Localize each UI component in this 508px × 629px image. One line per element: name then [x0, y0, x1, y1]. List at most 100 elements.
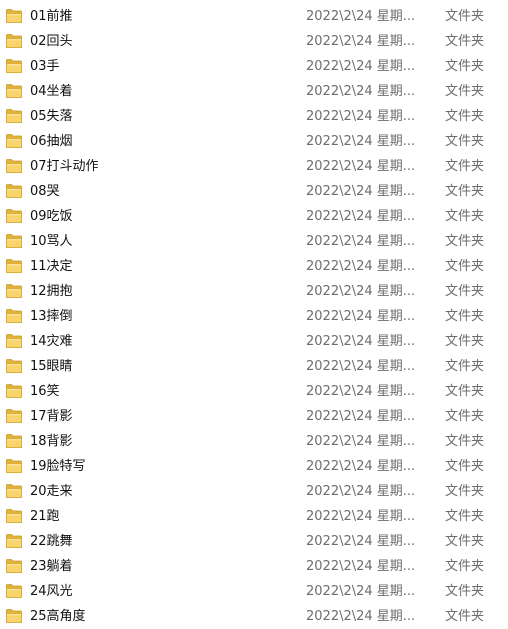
folder-type: 文件夹: [445, 134, 485, 149]
folder-name: 21跑: [30, 509, 60, 524]
folder-name: 12拥抱: [30, 284, 73, 299]
folder-type: 文件夹: [445, 459, 485, 474]
folder-date-modified: 2022\2\24 星期...: [306, 84, 416, 99]
folder-name: 01前推: [30, 9, 73, 24]
folder-name: 11决定: [30, 259, 73, 274]
folder-date-modified: 2022\2\24 星期...: [306, 359, 416, 374]
folder-row[interactable]: 07打斗动作 2022\2\24 星期... 文件夹: [0, 154, 508, 179]
folder-date-modified: 2022\2\24 星期...: [306, 334, 416, 349]
folder-date-modified: 2022\2\24 星期...: [306, 584, 416, 599]
folder-type: 文件夹: [445, 484, 485, 499]
folder-type: 文件夹: [445, 9, 485, 24]
folder-type: 文件夹: [445, 59, 485, 74]
folder-date-modified: 2022\2\24 星期...: [306, 509, 416, 524]
folder-date-modified: 2022\2\24 星期...: [306, 559, 416, 574]
folder-name: 04坐着: [30, 84, 73, 99]
folder-type: 文件夹: [445, 609, 485, 624]
folder-row[interactable]: 06抽烟 2022\2\24 星期... 文件夹: [0, 129, 508, 154]
folder-type: 文件夹: [445, 209, 485, 224]
folder-date-modified: 2022\2\24 星期...: [306, 59, 416, 74]
folder-row[interactable]: 05失落 2022\2\24 星期... 文件夹: [0, 104, 508, 129]
folder-row[interactable]: 19脸特写 2022\2\24 星期... 文件夹: [0, 454, 508, 479]
folder-date-modified: 2022\2\24 星期...: [306, 259, 416, 274]
folder-row[interactable]: 01前推 2022\2\24 星期... 文件夹: [0, 4, 508, 29]
folder-name: 22跳舞: [30, 534, 73, 549]
folder-date-modified: 2022\2\24 星期...: [306, 134, 416, 149]
folder-icon: [6, 584, 22, 598]
folder-row[interactable]: 15眼睛 2022\2\24 星期... 文件夹: [0, 354, 508, 379]
folder-date-modified: 2022\2\24 星期...: [306, 109, 416, 124]
folder-icon: [6, 234, 22, 248]
folder-date-modified: 2022\2\24 星期...: [306, 34, 416, 49]
folder-row[interactable]: 20走来 2022\2\24 星期... 文件夹: [0, 479, 508, 504]
folder-row[interactable]: 10骂人 2022\2\24 星期... 文件夹: [0, 229, 508, 254]
folder-type: 文件夹: [445, 159, 485, 174]
folder-date-modified: 2022\2\24 星期...: [306, 434, 416, 449]
folder-date-modified: 2022\2\24 星期...: [306, 184, 416, 199]
folder-icon: [6, 259, 22, 273]
folder-row[interactable]: 16笑 2022\2\24 星期... 文件夹: [0, 379, 508, 404]
folder-date-modified: 2022\2\24 星期...: [306, 609, 416, 624]
folder-icon: [6, 459, 22, 473]
folder-name: 18背影: [30, 434, 73, 449]
folder-row[interactable]: 08哭 2022\2\24 星期... 文件夹: [0, 179, 508, 204]
folder-icon: [6, 559, 22, 573]
folder-row[interactable]: 23躺着 2022\2\24 星期... 文件夹: [0, 554, 508, 579]
folder-date-modified: 2022\2\24 星期...: [306, 159, 416, 174]
folder-row[interactable]: 02回头 2022\2\24 星期... 文件夹: [0, 29, 508, 54]
folder-icon: [6, 84, 22, 98]
folder-icon: [6, 434, 22, 448]
folder-icon: [6, 284, 22, 298]
file-list: 01前推 2022\2\24 星期... 文件夹 02回头 2022\2\24 …: [0, 4, 508, 629]
folder-type: 文件夹: [445, 409, 485, 424]
folder-icon: [6, 184, 22, 198]
folder-name: 16笑: [30, 384, 60, 399]
folder-type: 文件夹: [445, 34, 485, 49]
folder-icon: [6, 134, 22, 148]
folder-icon: [6, 9, 22, 23]
folder-date-modified: 2022\2\24 星期...: [306, 409, 416, 424]
folder-type: 文件夹: [445, 509, 485, 524]
folder-row[interactable]: 17背影 2022\2\24 星期... 文件夹: [0, 404, 508, 429]
folder-date-modified: 2022\2\24 星期...: [306, 484, 416, 499]
folder-icon: [6, 159, 22, 173]
folder-row[interactable]: 04坐着 2022\2\24 星期... 文件夹: [0, 79, 508, 104]
folder-icon: [6, 484, 22, 498]
folder-name: 06抽烟: [30, 134, 73, 149]
folder-row[interactable]: 22跳舞 2022\2\24 星期... 文件夹: [0, 529, 508, 554]
folder-type: 文件夹: [445, 234, 485, 249]
folder-type: 文件夹: [445, 259, 485, 274]
folder-row[interactable]: 11决定 2022\2\24 星期... 文件夹: [0, 254, 508, 279]
folder-icon: [6, 384, 22, 398]
folder-date-modified: 2022\2\24 星期...: [306, 384, 416, 399]
folder-row[interactable]: 03手 2022\2\24 星期... 文件夹: [0, 54, 508, 79]
folder-type: 文件夹: [445, 109, 485, 124]
folder-icon: [6, 359, 22, 373]
folder-type: 文件夹: [445, 359, 485, 374]
folder-name: 07打斗动作: [30, 159, 99, 174]
folder-row[interactable]: 25高角度 2022\2\24 星期... 文件夹: [0, 604, 508, 629]
folder-name: 17背影: [30, 409, 73, 424]
folder-name: 20走来: [30, 484, 73, 499]
folder-date-modified: 2022\2\24 星期...: [306, 534, 416, 549]
folder-icon: [6, 609, 22, 623]
folder-name: 25高角度: [30, 609, 86, 624]
folder-icon: [6, 34, 22, 48]
folder-row[interactable]: 13摔倒 2022\2\24 星期... 文件夹: [0, 304, 508, 329]
folder-icon: [6, 309, 22, 323]
folder-row[interactable]: 21跑 2022\2\24 星期... 文件夹: [0, 504, 508, 529]
folder-row[interactable]: 12拥抱 2022\2\24 星期... 文件夹: [0, 279, 508, 304]
folder-icon: [6, 209, 22, 223]
folder-name: 13摔倒: [30, 309, 73, 324]
folder-icon: [6, 109, 22, 123]
folder-type: 文件夹: [445, 384, 485, 399]
folder-icon: [6, 534, 22, 548]
folder-row[interactable]: 14灾难 2022\2\24 星期... 文件夹: [0, 329, 508, 354]
folder-name: 14灾难: [30, 334, 73, 349]
folder-name: 08哭: [30, 184, 60, 199]
folder-row[interactable]: 09吃饭 2022\2\24 星期... 文件夹: [0, 204, 508, 229]
folder-name: 24风光: [30, 584, 73, 599]
folder-row[interactable]: 24风光 2022\2\24 星期... 文件夹: [0, 579, 508, 604]
folder-type: 文件夹: [445, 559, 485, 574]
folder-row[interactable]: 18背影 2022\2\24 星期... 文件夹: [0, 429, 508, 454]
